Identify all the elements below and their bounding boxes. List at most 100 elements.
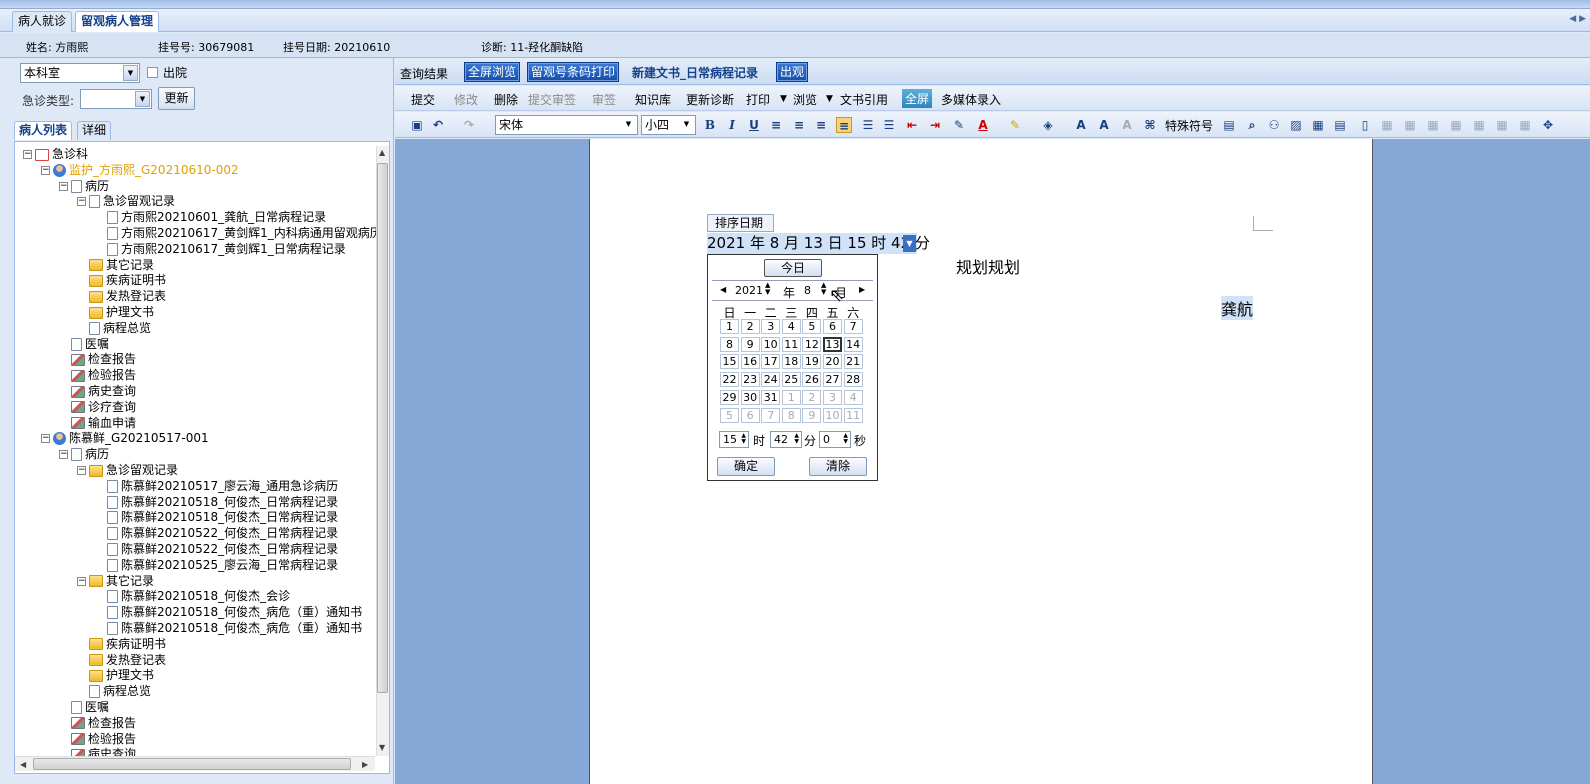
numbered-list-icon[interactable]: ☰: [860, 117, 876, 133]
calendar-day[interactable]: 2: [740, 319, 760, 334]
tree-node[interactable]: 疾病证明书: [77, 636, 166, 652]
scroll-right-icon[interactable]: ▶: [362, 760, 368, 769]
submit-review-button[interactable]: 提交审签: [528, 91, 576, 108]
emergency-type-select[interactable]: ▼: [80, 89, 152, 109]
collapse-icon[interactable]: −: [77, 466, 86, 475]
year-value[interactable]: 2021: [735, 284, 763, 297]
calendar-day[interactable]: 3: [823, 389, 842, 405]
tree-node[interactable]: − 急诊留观记录: [77, 193, 175, 209]
font-size-select[interactable]: 小四 ▼: [641, 115, 696, 135]
hour-spinner[interactable]: 15 ▲ ▼: [719, 431, 749, 448]
spinner-icon[interactable]: ▲ ▼: [741, 433, 746, 445]
underline-icon[interactable]: U: [746, 117, 762, 133]
calendar-day[interactable]: 23: [740, 372, 760, 388]
tab-patient-visit[interactable]: 病人就诊: [12, 11, 73, 32]
calendar-day[interactable]: 8: [781, 407, 801, 423]
scroll-left-icon[interactable]: ◀: [1569, 14, 1576, 24]
chevron-down-icon[interactable]: ▼: [135, 91, 150, 107]
browse-button[interactable]: 浏览: [793, 91, 817, 108]
calendar-day[interactable]: 24: [761, 372, 781, 388]
italic-icon[interactable]: I: [724, 117, 740, 133]
department-select[interactable]: 本科室 ▼: [20, 63, 140, 83]
calendar-day[interactable]: 4: [781, 319, 801, 334]
tree-node[interactable]: 医嘱: [59, 336, 109, 352]
fill-icon[interactable]: ◈: [1040, 117, 1056, 133]
table-icon[interactable]: ▦: [1402, 117, 1418, 133]
multimedia-button[interactable]: 多媒体录入: [941, 91, 1001, 108]
collapse-icon[interactable]: −: [59, 450, 68, 460]
tree-node[interactable]: 输血申请: [59, 415, 136, 431]
subscript-icon[interactable]: A: [1096, 117, 1112, 133]
calendar-day[interactable]: 26: [802, 372, 822, 388]
insert-icon[interactable]: ▤: [1221, 117, 1237, 133]
tree-node[interactable]: 陈慕鲜20210517_廖云海_通用急诊病历: [95, 478, 338, 494]
format-painter-icon[interactable]: ✎: [951, 117, 967, 133]
tree-node[interactable]: 陈慕鲜20210518_何俊杰_病危（重）通知书: [95, 620, 362, 636]
table-icon[interactable]: ▦: [1379, 117, 1395, 133]
tree-node[interactable]: − 病历: [59, 178, 109, 194]
today-button[interactable]: 今日: [764, 259, 822, 277]
sort-date-value[interactable]: 2021 年 8 月 13 日 15 时 42 分: [707, 233, 930, 254]
fullscreen-browse-button[interactable]: 全屏浏览: [464, 62, 521, 82]
tree-node[interactable]: 病程总览: [77, 683, 151, 699]
minute-spinner[interactable]: 42 ▲ ▼: [770, 431, 802, 448]
calendar-day[interactable]: 28: [843, 372, 863, 388]
outdent-icon[interactable]: ⇤: [904, 117, 920, 133]
tree-node[interactable]: 陈慕鲜20210522_何俊杰_日常病程记录: [95, 541, 338, 557]
calendar-day[interactable]: 29: [720, 389, 739, 405]
tree-node[interactable]: − 监护_方雨熙_G20210610-002: [41, 162, 239, 178]
scroll-down-icon[interactable]: ▼: [379, 743, 385, 752]
barcode-print-button[interactable]: 留观号条码打印: [527, 62, 620, 82]
calendar-day[interactable]: 10: [823, 407, 842, 423]
table-insert-icon[interactable]: ▦: [1310, 117, 1326, 133]
calendar-day[interactable]: 13: [823, 336, 842, 352]
calendar-day[interactable]: 4: [843, 389, 863, 405]
calendar-day[interactable]: 3: [761, 319, 781, 334]
confirm-button[interactable]: 确定: [717, 457, 775, 476]
tree-node[interactable]: − 陈慕鲜_G20210517-001: [41, 430, 209, 446]
calendar-day[interactable]: 10: [761, 336, 781, 352]
superscript-icon[interactable]: A: [1073, 117, 1089, 133]
calendar-day[interactable]: 6: [823, 319, 842, 334]
indent-icon[interactable]: ⇥: [927, 117, 943, 133]
fullscreen-button[interactable]: 全屏: [902, 89, 933, 108]
chevron-down-icon[interactable]: ▼: [679, 117, 694, 133]
tree-horizontal-scroll-thumb[interactable]: [33, 758, 351, 770]
discharged-checkbox[interactable]: [147, 67, 158, 78]
scroll-up-icon[interactable]: ▲: [379, 148, 385, 157]
tree-node[interactable]: 发热登记表: [77, 288, 166, 304]
tree-node[interactable]: 方雨熙20210617_黄剑辉1_日常病程记录: [95, 241, 346, 257]
month-spinner-icon[interactable]: ▲ ▼: [821, 282, 826, 296]
tree-node[interactable]: 检查报告: [59, 715, 136, 731]
spinner-icon[interactable]: ▲ ▼: [843, 433, 848, 445]
collapse-icon[interactable]: −: [41, 434, 50, 444]
tree-node[interactable]: 发热登记表: [77, 652, 166, 668]
font-select[interactable]: 宋体 ▼: [495, 115, 638, 135]
calendar-day[interactable]: 7: [843, 319, 863, 334]
tree-node[interactable]: 疾病证明书: [77, 272, 166, 288]
redo-icon[interactable]: ↷: [461, 117, 477, 133]
table-icon[interactable]: ▦: [1448, 117, 1464, 133]
calendar-day[interactable]: 11: [843, 407, 863, 423]
calendar-day[interactable]: 16: [740, 354, 760, 370]
document-icon[interactable]: ▯: [1357, 117, 1373, 133]
tab-observation-management[interactable]: 留观病人管理: [75, 11, 160, 32]
undo-icon[interactable]: ↶: [430, 117, 446, 133]
justify-icon[interactable]: ≡: [836, 117, 852, 133]
signature-text[interactable]: 龚航: [1221, 296, 1254, 320]
calendar-day[interactable]: 22: [720, 372, 739, 388]
collapse-icon[interactable]: −: [77, 197, 86, 207]
calendar-day[interactable]: 15: [720, 354, 739, 370]
review-button[interactable]: 审签: [592, 91, 616, 108]
tree-node[interactable]: 陈慕鲜20210518_何俊杰_日常病程记录: [95, 494, 338, 510]
calendar-day[interactable]: 5: [720, 407, 739, 423]
calendar-day[interactable]: 2: [802, 389, 822, 405]
calendar-day[interactable]: 21: [843, 354, 863, 370]
month-value[interactable]: 8: [804, 284, 811, 297]
chevron-down-icon[interactable]: ▼: [780, 94, 787, 104]
tree-node[interactable]: 护理文书: [77, 304, 154, 320]
tree-node[interactable]: 陈慕鲜20210522_何俊杰_日常病程记录: [95, 525, 338, 541]
collapse-icon[interactable]: −: [41, 165, 50, 175]
tree-node[interactable]: − 急诊科: [23, 146, 88, 162]
align-left-icon[interactable]: ≡: [768, 117, 784, 133]
